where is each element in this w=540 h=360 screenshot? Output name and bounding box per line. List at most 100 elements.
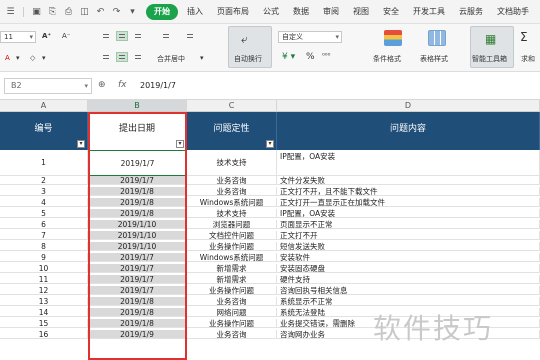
cell-date[interactable]: 2019/1/7 [88, 176, 187, 185]
export-icon[interactable]: ⎘ [47, 6, 58, 17]
cell-date[interactable]: 2019/1/8 [88, 209, 187, 218]
save-icon[interactable]: ▣ [31, 6, 42, 17]
filter-dropdown-icon[interactable]: ▾ [176, 140, 184, 148]
conditional-format-icon[interactable] [384, 30, 402, 46]
cell-content[interactable]: 硬件支持 [277, 275, 540, 284]
cell-type[interactable]: 业务咨询 [187, 297, 277, 306]
cell-number[interactable]: 13 [0, 297, 88, 306]
sum-label[interactable]: 求和 [521, 54, 535, 64]
cell-number[interactable]: 11 [0, 275, 88, 284]
cell-date[interactable]: 2019/1/8 [88, 297, 187, 306]
cell-type[interactable]: Windows系统问题 [187, 253, 277, 262]
tab-view[interactable]: 视图 [346, 4, 376, 20]
font-shrink-icon[interactable]: A⁻ [62, 32, 70, 40]
align-middle-icon[interactable] [116, 31, 128, 41]
cell-number[interactable]: 6 [0, 220, 88, 229]
filter-dropdown-icon[interactable]: ▾ [77, 140, 85, 148]
merge-center-label[interactable]: 合并居中 [157, 54, 185, 64]
cell-content[interactable]: IP配置，OA安装 [277, 150, 540, 176]
cell-number[interactable]: 4 [0, 198, 88, 207]
name-box[interactable]: B2 [4, 78, 92, 94]
cell-date[interactable]: 2019/1/10 [88, 242, 187, 251]
align-top-icon[interactable] [100, 31, 112, 41]
column-header-d[interactable]: D [277, 100, 540, 112]
tab-formula[interactable]: 公式 [256, 4, 286, 20]
fx-icon[interactable]: fx [118, 80, 127, 90]
cell-type[interactable]: 网络问题 [187, 308, 277, 317]
column-header-b[interactable]: B [88, 100, 187, 112]
tab-home[interactable]: 开始 [146, 3, 178, 20]
cell-date[interactable]: 2019/1/8 [88, 187, 187, 196]
cell-date[interactable]: 2019/1/7 [88, 150, 187, 176]
cell-number[interactable]: 3 [0, 187, 88, 196]
tab-developer[interactable]: 开发工具 [406, 4, 452, 20]
filter-dropdown-icon[interactable]: ▾ [266, 140, 274, 148]
cell-number[interactable]: 14 [0, 308, 88, 317]
table-style-icon[interactable] [428, 30, 446, 46]
tab-page-layout[interactable]: 页面布局 [210, 4, 256, 20]
column-header-c[interactable]: C [187, 100, 277, 112]
align-center-icon[interactable] [116, 52, 128, 62]
cell-number[interactable]: 7 [0, 231, 88, 240]
clear-dropdown-icon[interactable]: ▾ [42, 54, 46, 62]
cell-type[interactable]: 业务咨询 [187, 176, 277, 185]
cell-type[interactable]: 浏览器问题 [187, 220, 277, 229]
font-grow-icon[interactable]: A⁺ [42, 32, 51, 40]
cell-date[interactable]: 2019/1/10 [88, 231, 187, 240]
tab-insert[interactable]: 插入 [180, 4, 210, 20]
header-cell-content[interactable]: 问题内容 [277, 112, 540, 150]
header-cell-number[interactable]: 编号 ▾ [0, 112, 88, 150]
cell-content[interactable]: 正文打不开 [277, 231, 540, 240]
tab-review[interactable]: 审阅 [316, 4, 346, 20]
cell-date[interactable]: 2019/1/7 [88, 275, 187, 284]
header-cell-type[interactable]: 问题定性 ▾ [187, 112, 277, 150]
table-style-label[interactable]: 表格样式 [420, 54, 448, 64]
cell-content[interactable]: 文件分发失败 [277, 176, 540, 185]
cell-type[interactable]: 文档控件问题 [187, 231, 277, 240]
cell-content[interactable]: 系统显示不正常 [277, 297, 540, 306]
cell-number[interactable]: 16 [0, 330, 88, 339]
decimal-icon[interactable]: ⁰⁰⁰ [322, 52, 330, 60]
font-color-icon[interactable]: A [5, 54, 10, 62]
cell-date[interactable]: 2019/1/8 [88, 198, 187, 207]
cell-type[interactable]: 新增需求 [187, 275, 277, 284]
menu-icon[interactable]: ☰ [5, 6, 16, 17]
cell-number[interactable]: 9 [0, 253, 88, 262]
smart-toolbox-button[interactable]: ▦ 智能工具箱 [470, 26, 514, 68]
sum-icon[interactable]: Σ [520, 30, 528, 44]
tab-doc-assistant[interactable]: 文档助手 [490, 4, 536, 20]
number-format-select[interactable]: 自定义 [278, 31, 342, 43]
cell-type[interactable]: Windows系统问题 [187, 198, 277, 207]
percent-icon[interactable]: % [306, 52, 315, 62]
redo-icon[interactable]: ↷ [111, 6, 122, 17]
header-cell-date[interactable]: 提出日期 ▾ [88, 112, 187, 150]
cell-content[interactable]: IP配置，OA安装 [277, 209, 540, 218]
cell-content[interactable]: 咨询回执号相关信息 [277, 286, 540, 295]
cell-type[interactable]: 业务咨询 [187, 330, 277, 339]
font-color-dropdown-icon[interactable]: ▾ [16, 54, 20, 62]
cell-content[interactable]: 正文打开一直显示正在加载文件 [277, 198, 540, 207]
tab-security[interactable]: 安全 [376, 4, 406, 20]
align-left-icon[interactable] [100, 52, 112, 62]
cell-type[interactable]: 新增需求 [187, 264, 277, 273]
cell-date[interactable]: 2019/1/8 [88, 308, 187, 317]
cell-number[interactable]: 12 [0, 286, 88, 295]
cell-number[interactable]: 5 [0, 209, 88, 218]
outdent-icon[interactable] [184, 31, 196, 41]
cell-date[interactable]: 2019/1/7 [88, 253, 187, 262]
cell-number[interactable]: 15 [0, 319, 88, 328]
more-icon[interactable]: ▾ [127, 6, 138, 17]
tab-data[interactable]: 数据 [286, 4, 316, 20]
cell-number[interactable]: 1 [0, 150, 88, 176]
cell-type[interactable]: 业务操作问题 [187, 242, 277, 251]
cell-content[interactable]: 短信发送失败 [277, 242, 540, 251]
zoom-icon[interactable]: ⊕ [98, 80, 106, 90]
clear-format-icon[interactable]: ◇ [30, 54, 35, 62]
column-header-a[interactable]: A [0, 100, 88, 112]
align-right-icon[interactable] [132, 52, 144, 62]
auto-wrap-button[interactable]: ⤶ 自动换行 [228, 26, 272, 68]
cell-date[interactable]: 2019/1/8 [88, 319, 187, 328]
indent-icon[interactable] [160, 31, 172, 41]
cell-content[interactable]: 安装固态硬盘 [277, 264, 540, 273]
print-icon[interactable]: ⎙ [63, 6, 74, 17]
